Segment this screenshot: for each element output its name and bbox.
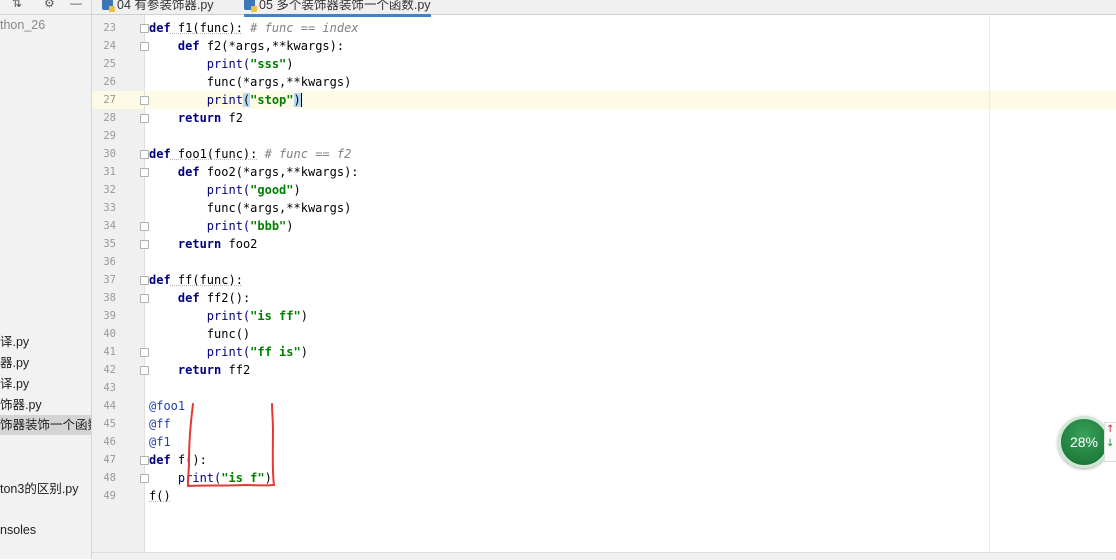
network-speed-widget: ↑ ↓ xyxy=(1104,422,1116,462)
upload-arrow-icon: ↑ xyxy=(1106,424,1115,435)
download-arrow-icon: ↓ xyxy=(1106,438,1115,449)
red-annotation-mark xyxy=(186,403,276,488)
annotation-stroke xyxy=(186,403,276,488)
memory-usage-badge[interactable]: 28% xyxy=(1058,416,1110,468)
